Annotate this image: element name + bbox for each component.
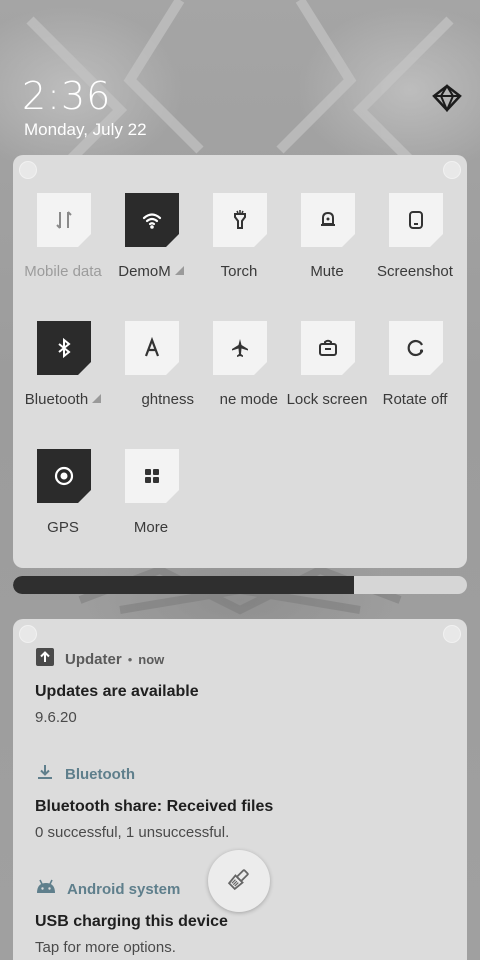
auto-brightness-icon (125, 321, 179, 375)
tile-label: ne mode (219, 391, 278, 408)
more-grid-icon (125, 449, 179, 503)
tile-bluetooth[interactable]: Bluetooth (18, 321, 108, 411)
clock-date: Monday, July 22 (24, 120, 147, 139)
bluetooth-icon (37, 321, 91, 375)
screenshot-icon (389, 193, 443, 247)
tile-label: DemoM (106, 263, 196, 280)
tile-label: Mute (310, 263, 344, 280)
panel-corner-dot (19, 625, 37, 643)
tile-wifi[interactable]: DemoM (106, 193, 196, 283)
tile-mobile-data[interactable]: Mobile data (18, 193, 108, 283)
notification-updater[interactable]: Updater • now Updates are available 9.6.… (35, 647, 455, 726)
mobile-data-icon (37, 193, 91, 247)
mute-bell-icon (301, 193, 355, 247)
notification-text: Tap for more options. (35, 939, 176, 956)
notification-text: 9.6.20 (35, 709, 77, 726)
diamond-logo-icon (432, 84, 462, 113)
panel-corner-dot (443, 625, 461, 643)
notification-app-name: Android system (67, 880, 181, 898)
clock-time: 2:36 (22, 74, 112, 118)
notification-separator: • (127, 651, 133, 667)
upload-arrow-icon (35, 647, 55, 672)
tile-label: More (133, 519, 169, 536)
brightness-slider-fill (13, 576, 354, 594)
dropdown-caret-icon (174, 266, 184, 275)
tile-label: Torch (220, 263, 258, 280)
notification-title: USB charging this device (35, 913, 228, 930)
tile-label: Rotate off (382, 391, 448, 408)
tile-label: Lock screen (286, 391, 368, 408)
quick-settings-panel: Mobile data DemoM Torch Mute Screenshot … (13, 155, 467, 568)
notification-app-name: Bluetooth (65, 765, 135, 783)
notification-bluetooth[interactable]: Bluetooth Bluetooth share: Received file… (35, 764, 455, 841)
airplane-icon (213, 321, 267, 375)
tile-screenshot[interactable]: Screenshot (370, 193, 460, 283)
android-icon (35, 877, 57, 902)
tile-airplane-mode[interactable]: ne mode (194, 321, 284, 411)
tile-gps[interactable]: GPS (18, 449, 108, 539)
lock-screen-icon (301, 321, 355, 375)
brightness-slider[interactable] (13, 576, 467, 594)
rotate-icon (389, 321, 443, 375)
torch-icon (213, 193, 267, 247)
broom-icon (226, 866, 252, 897)
gps-icon (37, 449, 91, 503)
wifi-icon (125, 193, 179, 247)
notification-title: Updates are available (35, 683, 199, 700)
tile-label: Mobile data (24, 263, 102, 280)
tile-label: Bluetooth (18, 391, 108, 408)
notification-text: 0 successful, 1 unsuccessful. (35, 824, 230, 841)
tile-more[interactable]: More (106, 449, 196, 539)
tile-rotate[interactable]: Rotate off (370, 321, 460, 411)
clear-all-button[interactable] (208, 850, 270, 912)
notification-title: Bluetooth share: Received files (35, 798, 274, 815)
tile-label: Screenshot (377, 263, 453, 280)
tile-label: GPS (47, 519, 79, 536)
notification-time: now (138, 651, 165, 667)
panel-corner-dot (19, 161, 37, 179)
notification-app-name: Updater (65, 650, 122, 668)
tile-lock-screen[interactable]: Lock screen (282, 321, 372, 411)
tile-mute[interactable]: Mute (282, 193, 372, 283)
tile-torch[interactable]: Torch (194, 193, 284, 283)
tile-auto-brightness[interactable]: ghtness (106, 321, 196, 411)
download-icon (35, 762, 55, 787)
dropdown-caret-icon (92, 394, 102, 403)
panel-corner-dot (443, 161, 461, 179)
tile-label: ghtness (141, 391, 194, 408)
